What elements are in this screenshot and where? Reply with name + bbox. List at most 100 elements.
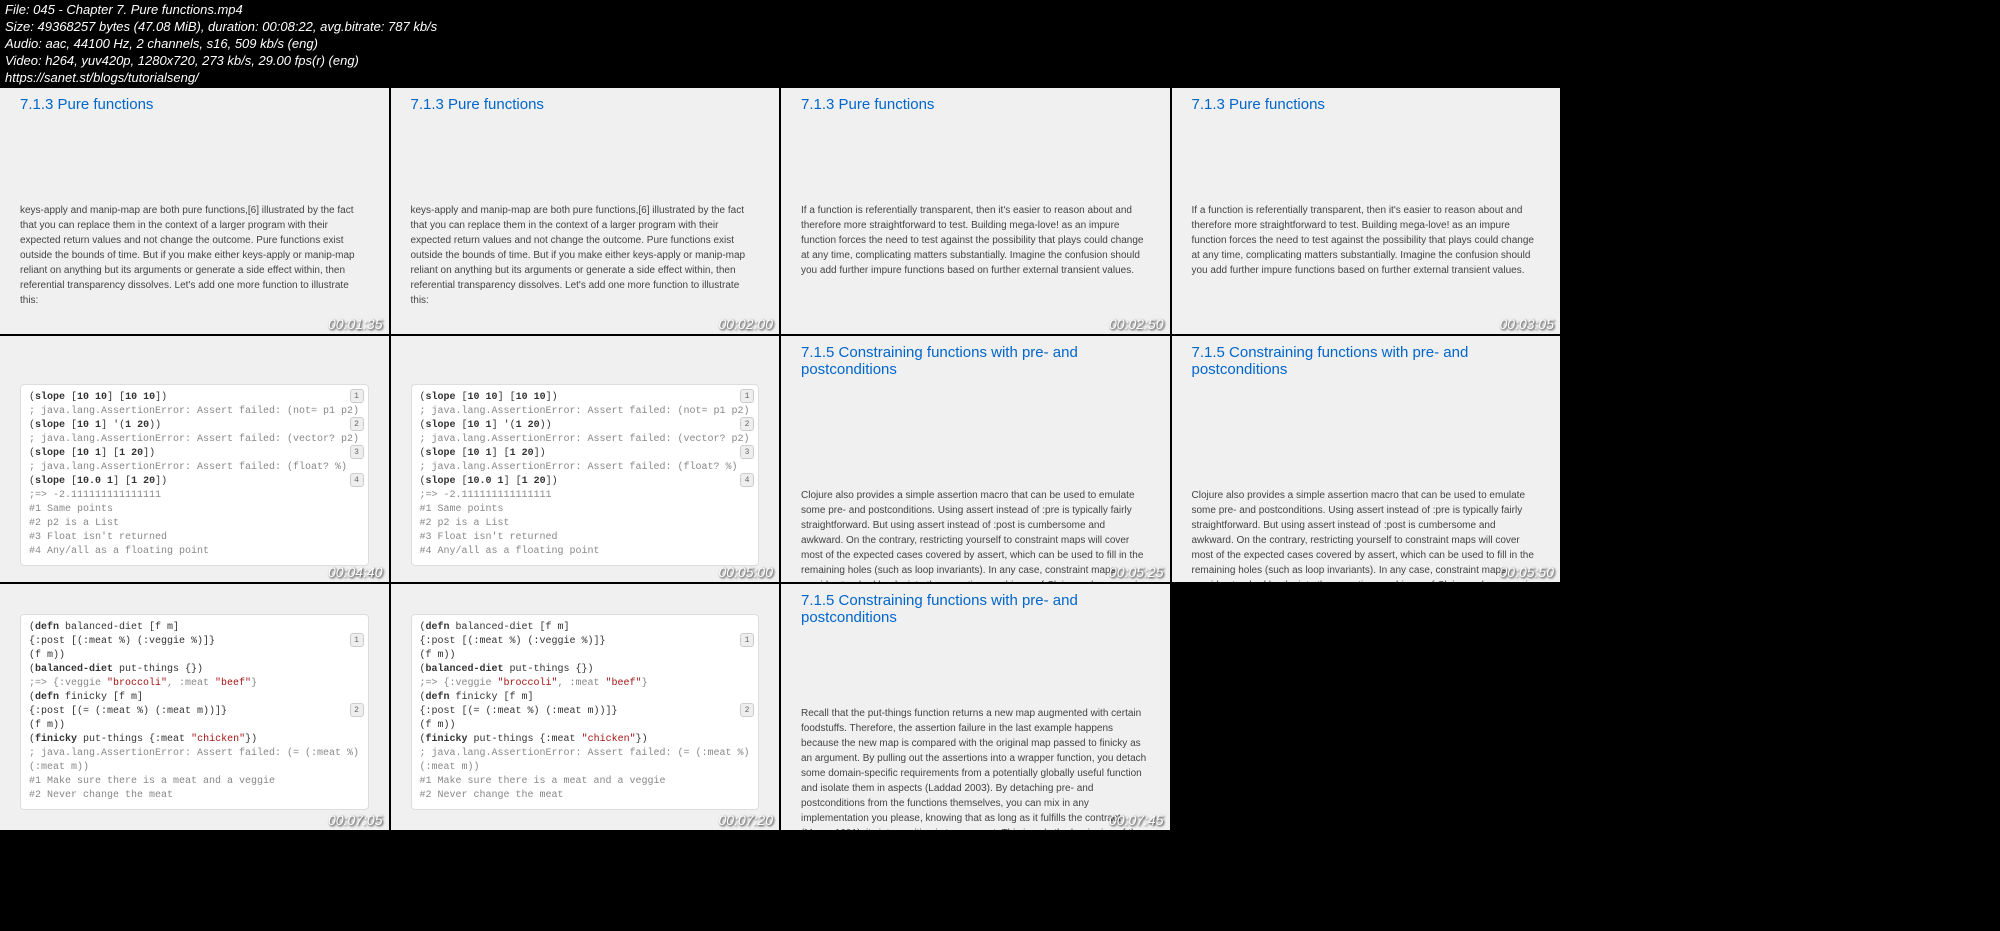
code-line: ; java.lang.AssertionError: Assert faile…: [29, 747, 360, 775]
code-line: {:post [(= (:meat %) (:meat m))]}: [29, 705, 360, 719]
code-line: (slope [10 1] '(1 20)): [420, 419, 751, 433]
code-line: (balanced-diet put-things {}): [420, 663, 751, 677]
code-line: #3 Float isn't returned: [29, 531, 360, 545]
thumb-6: 1 2 3 4 (slope [10 10] [10 10]) ; java.l…: [391, 336, 780, 582]
body-text: keys-apply and manip-map are both pure f…: [411, 203, 760, 308]
badge-4: 4: [740, 473, 754, 487]
code-line: (slope [10 10] [10 10]): [29, 391, 360, 405]
timestamp: 00:05:25: [1109, 564, 1164, 580]
code-line: (slope [10.0 1] [1 20]): [29, 475, 360, 489]
thumb-4: 7.1.3 Pure functions If a function is re…: [1172, 88, 1561, 334]
thumb-11: 7.1.5 Constraining functions with pre- a…: [781, 584, 1170, 830]
code-line: #1 Same points: [29, 503, 360, 517]
thumb-10: 1 2 (defn balanced-diet [f m] {:post [(:…: [391, 584, 780, 830]
section-title: 7.1.3 Pure functions: [1192, 96, 1541, 113]
code-block-diet: 1 2 (defn balanced-diet [f m] {:post [(:…: [411, 614, 760, 810]
header-video: Video: h264, yuv420p, 1280x720, 273 kb/s…: [5, 53, 1995, 70]
badge-2: 2: [740, 417, 754, 431]
code-line: ;=> -2.111111111111111: [420, 489, 751, 503]
section-title: 7.1.5 Constraining functions with pre- a…: [1192, 344, 1541, 378]
timestamp: 00:07:05: [328, 812, 383, 828]
file-info-header: File: 045 - Chapter 7. Pure functions.mp…: [0, 0, 2000, 88]
badge-3: 3: [740, 445, 754, 459]
timestamp: 00:04:40: [328, 564, 383, 580]
code-line: (defn finicky [f m]: [420, 691, 751, 705]
badge-1: 1: [350, 389, 364, 403]
code-line: ; java.lang.AssertionError: Assert faile…: [29, 405, 360, 419]
section-title: 7.1.3 Pure functions: [801, 96, 1150, 113]
section-title: 7.1.5 Constraining functions with pre- a…: [801, 344, 1150, 378]
badge-4: 4: [350, 473, 364, 487]
code-line: (f m)): [420, 649, 751, 663]
code-line: ;=> -2.111111111111111: [29, 489, 360, 503]
body-text: If a function is referentially transpare…: [1192, 203, 1541, 278]
code-line: #1 Same points: [420, 503, 751, 517]
body-text: keys-apply and manip-map are both pure f…: [20, 203, 369, 308]
code-block-diet: 1 2 (defn balanced-diet [f m] {:post [(:…: [20, 614, 369, 810]
badge-1: 1: [740, 389, 754, 403]
thumb-1: 7.1.3 Pure functions keys-apply and mani…: [0, 88, 389, 334]
thumbnail-grid: 7.1.3 Pure functions keys-apply and mani…: [0, 88, 1560, 830]
code-line: ;=> {:veggie "broccoli", :meat "beef"}: [420, 677, 751, 691]
thumb-2: 7.1.3 Pure functions keys-apply and mani…: [391, 88, 780, 334]
code-line: (slope [10 1] [1 20]): [29, 447, 360, 461]
code-line: (f m)): [420, 719, 751, 733]
code-line: ;=> {:veggie "broccoli", :meat "beef"}: [29, 677, 360, 691]
code-line: (defn balanced-diet [f m]: [29, 621, 360, 635]
thumb-9: 1 2 (defn balanced-diet [f m] {:post [(:…: [0, 584, 389, 830]
thumb-12-empty: [1172, 584, 1561, 830]
code-block-slope: 1 2 3 4 (slope [10 10] [10 10]) ; java.l…: [411, 384, 760, 566]
code-line: #4 Any/all as a floating point: [420, 545, 751, 559]
timestamp: 00:07:45: [1109, 812, 1164, 828]
code-line: #3 Float isn't returned: [420, 531, 751, 545]
code-line: #2 p2 is a List: [420, 517, 751, 531]
code-line: (defn balanced-diet [f m]: [420, 621, 751, 635]
timestamp: 00:02:50: [1109, 316, 1164, 332]
badge-2: 2: [740, 703, 754, 717]
header-size: Size: 49368257 bytes (47.08 MiB), durati…: [5, 19, 1995, 36]
section-title: 7.1.3 Pure functions: [20, 96, 369, 113]
body-text: Clojure also provides a simple assertion…: [1192, 488, 1541, 582]
timestamp: 00:07:20: [719, 812, 774, 828]
timestamp: 00:05:00: [719, 564, 774, 580]
code-line: (finicky put-things {:meat "chicken"}): [29, 733, 360, 747]
code-line: #1 Make sure there is a meat and a veggi…: [420, 775, 751, 789]
badge-2: 2: [350, 703, 364, 717]
code-line: (slope [10.0 1] [1 20]): [420, 475, 751, 489]
header-audio: Audio: aac, 44100 Hz, 2 channels, s16, 5…: [5, 36, 1995, 53]
thumb-3: 7.1.3 Pure functions If a function is re…: [781, 88, 1170, 334]
timestamp: 00:02:00: [719, 316, 774, 332]
code-line: (finicky put-things {:meat "chicken"}): [420, 733, 751, 747]
code-block-slope: 1 2 3 4 (slope [10 10] [10 10]) ; java.l…: [20, 384, 369, 566]
timestamp: 00:01:35: [328, 316, 383, 332]
code-line: #1 Make sure there is a meat and a veggi…: [29, 775, 360, 789]
code-line: #2 Never change the meat: [420, 789, 751, 803]
code-line: #2 Never change the meat: [29, 789, 360, 803]
badge-2: 2: [350, 417, 364, 431]
thumb-8: 7.1.5 Constraining functions with pre- a…: [1172, 336, 1561, 582]
code-line: #4 Any/all as a floating point: [29, 545, 360, 559]
body-text: If a function is referentially transpare…: [801, 203, 1150, 278]
body-text: Recall that the put-things function retu…: [801, 706, 1150, 830]
badge-1: 1: [350, 633, 364, 647]
code-line: (f m)): [29, 649, 360, 663]
code-line: (slope [10 1] [1 20]): [420, 447, 751, 461]
thumb-5: 1 2 3 4 (slope [10 10] [10 10]) ; java.l…: [0, 336, 389, 582]
code-line: (slope [10 10] [10 10]): [420, 391, 751, 405]
code-line: ; java.lang.AssertionError: Assert faile…: [29, 433, 360, 447]
code-line: (f m)): [29, 719, 360, 733]
code-line: ; java.lang.AssertionError: Assert faile…: [420, 405, 751, 419]
code-line: (balanced-diet put-things {}): [29, 663, 360, 677]
code-line: ; java.lang.AssertionError: Assert faile…: [29, 461, 360, 475]
thumb-7: 7.1.5 Constraining functions with pre- a…: [781, 336, 1170, 582]
code-line: {:post [(:meat %) (:veggie %)]}: [420, 635, 751, 649]
code-line: #2 p2 is a List: [29, 517, 360, 531]
code-line: ; java.lang.AssertionError: Assert faile…: [420, 461, 751, 475]
section-title: 7.1.5 Constraining functions with pre- a…: [801, 592, 1150, 626]
code-line: (slope [10 1] '(1 20)): [29, 419, 360, 433]
body-text: Clojure also provides a simple assertion…: [801, 488, 1150, 582]
code-line: ; java.lang.AssertionError: Assert faile…: [420, 747, 751, 775]
header-url: https://sanet.st/blogs/tutorialseng/: [5, 70, 1995, 87]
code-line: {:post [(= (:meat %) (:meat m))]}: [420, 705, 751, 719]
code-line: {:post [(:meat %) (:veggie %)]}: [29, 635, 360, 649]
